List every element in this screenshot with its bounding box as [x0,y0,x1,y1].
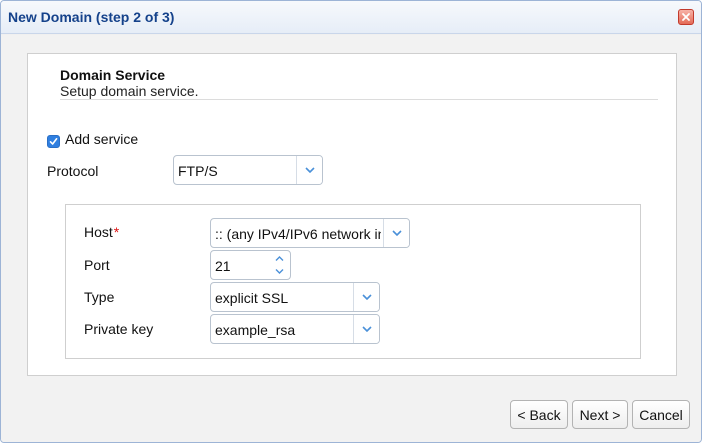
private-key-select[interactable]: example_rsa [210,314,380,344]
close-button[interactable] [678,9,694,25]
port-stepper[interactable]: 21 [210,250,291,280]
spin-up-icon[interactable] [268,252,290,265]
port-value[interactable]: 21 [215,258,231,274]
chevron-down-icon[interactable] [296,156,322,184]
new-domain-dialog: New Domain (step 2 of 3) Domain Service … [0,0,702,443]
protocol-label: Protocol [47,163,99,179]
chevron-down-icon[interactable] [383,219,409,247]
type-value: explicit SSL [215,290,289,306]
section-subtitle: Setup domain service. [60,83,199,99]
required-marker: * [113,224,120,240]
checkmark-icon [49,138,58,145]
back-button[interactable]: < Back [510,400,568,429]
host-label-text: Host [84,224,113,240]
host-value: :: (any IPv4/IPv6 network interface) [215,226,381,242]
section-divider [60,99,658,100]
dialog-body: Domain Service Setup domain service. Add… [1,35,701,442]
service-settings-group: Host* :: (any IPv4/IPv6 network interfac… [65,204,641,359]
host-select[interactable]: :: (any IPv4/IPv6 network interface) [210,218,410,248]
add-service-checkbox[interactable] [47,135,60,148]
type-select[interactable]: explicit SSL [210,282,380,312]
cancel-button[interactable]: Cancel [632,400,690,429]
close-icon [682,13,690,21]
private-key-label: Private key [84,321,154,337]
private-key-value: example_rsa [215,322,296,338]
protocol-value: FTP/S [178,163,218,179]
section-title: Domain Service [60,67,166,83]
add-service-label[interactable]: Add service [65,131,138,147]
chevron-down-icon[interactable] [353,315,379,343]
protocol-select[interactable]: FTP/S [173,155,323,185]
dialog-titlebar[interactable]: New Domain (step 2 of 3) [1,1,701,34]
domain-service-panel: Domain Service Setup domain service. Add… [27,53,677,376]
next-button[interactable]: Next > [572,400,628,429]
host-label: Host* [84,224,119,240]
type-label: Type [84,289,115,305]
dialog-title: New Domain (step 2 of 3) [8,9,175,25]
chevron-down-icon[interactable] [353,283,379,311]
spin-down-icon[interactable] [268,265,290,278]
port-label: Port [84,257,110,273]
